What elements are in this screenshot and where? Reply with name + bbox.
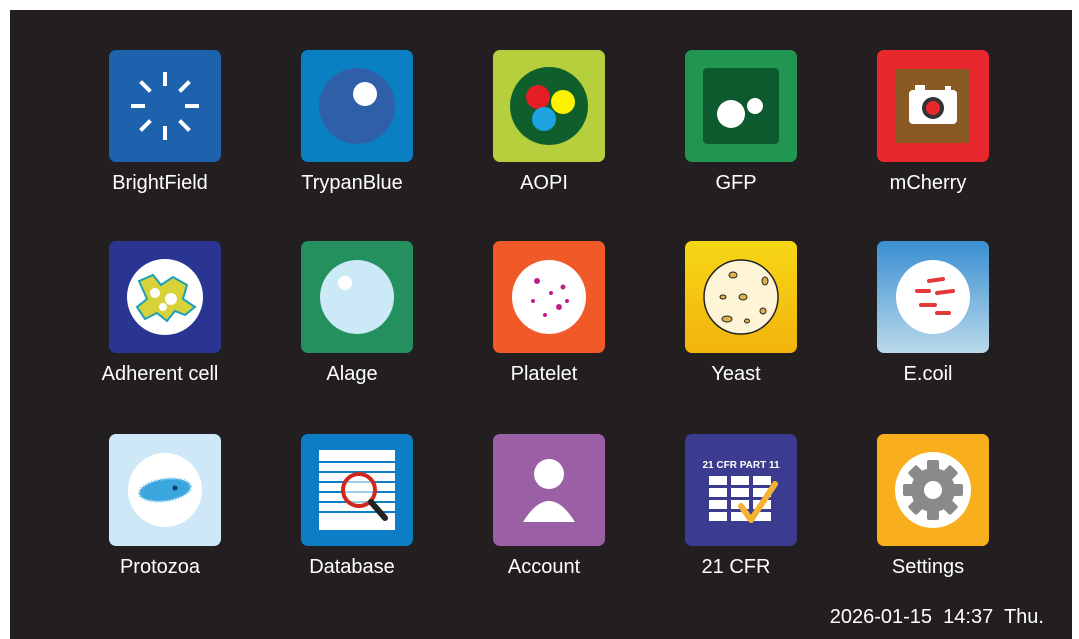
app-label: 21 CFR [701,556,771,578]
status-time: 14:37 [943,606,994,628]
app-label: Alage [326,363,378,385]
app-21cfr[interactable]: 21 CFR PART 11 21 CFR [661,434,811,594]
app-label: Protozoa [119,556,201,578]
app-protozoa[interactable]: Protozoa [85,434,235,594]
home-screen: BrightField TrypanBlue AOPI GFP mCherry … [10,10,1072,639]
app-trypanblue[interactable]: TrypanBlue [277,50,427,210]
app-gfp[interactable]: GFP [661,50,811,210]
app-mcherry[interactable]: mCherry [853,50,1003,210]
brightfield-icon [109,50,221,162]
app-label: Settings [891,556,965,578]
app-aopi[interactable]: AOPI [469,50,619,210]
app-label: Platelet [510,363,578,385]
trypan-blue-icon [301,50,413,162]
status-day: Thu. [1003,606,1044,628]
app-label: Account [507,556,581,578]
aopi-icon [493,50,605,162]
app-label: E.coil [903,363,953,385]
yeast-icon [685,241,797,353]
ecoli-icon [877,241,989,353]
database-search-icon [301,434,413,546]
app-label: Adherent cell [101,363,219,385]
app-platelet[interactable]: Platelet [469,241,619,401]
app-adherent-cell[interactable]: Adherent cell [85,241,235,401]
alage-icon [301,241,413,353]
app-label: TrypanBlue [301,172,403,194]
mcherry-camera-icon [877,50,989,162]
status-date: 2026-01-15 [829,606,933,628]
protozoa-icon [109,434,221,546]
app-label: GFP [715,172,757,194]
cfr-badge-text: 21 CFR PART 11 [702,460,779,471]
account-user-icon [493,434,605,546]
app-yeast[interactable]: Yeast [661,241,811,401]
adherent-cell-icon [109,241,221,353]
cfr-checklist-icon: 21 CFR PART 11 [685,434,797,546]
app-ecoli[interactable]: E.coil [853,241,1003,401]
app-label: BrightField [112,172,208,194]
gfp-icon [685,50,797,162]
app-account[interactable]: Account [469,434,619,594]
app-label: Database [309,556,395,578]
platelet-icon [493,241,605,353]
status-bar: 2026-01-15 14:37 Thu. [830,606,1044,629]
app-database[interactable]: Database [277,434,427,594]
app-settings[interactable]: Settings [853,434,1003,594]
app-label: mCherry [889,172,967,194]
app-label: Yeast [711,363,761,385]
app-brightfield[interactable]: BrightField [85,50,235,210]
settings-gear-icon [877,434,989,546]
app-label: AOPI [520,172,568,194]
app-alage[interactable]: Alage [277,241,427,401]
